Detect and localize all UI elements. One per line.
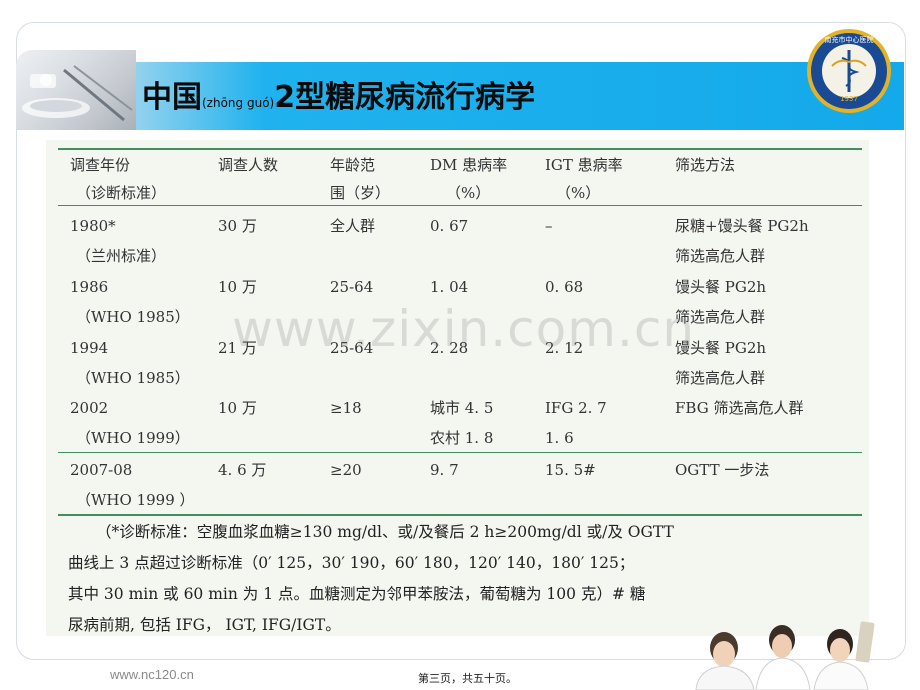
table-rule-header (58, 205, 862, 206)
row-4-igt-2: 1. 6 (545, 429, 574, 447)
row-2-year: 1986 (70, 278, 109, 296)
row-5-people: 4. 6 万 (218, 461, 267, 479)
row-5-dm: 9. 7 (430, 461, 459, 479)
row-2-standard: （WHO 1985） (76, 308, 190, 326)
row-1-age: 全人群 (330, 217, 376, 235)
header-dm: DM 患病率 (430, 156, 508, 174)
row-5-method: OGTT 一步法 (675, 461, 770, 479)
row-1-method: 尿糖+馒头餐 PG2h (675, 217, 809, 235)
row-5-age: ≥20 (330, 461, 362, 479)
watermark: www.zixin.com.cn (232, 300, 696, 358)
row-4-year: 2002 (70, 399, 109, 417)
row-5-standard: （WHO 1999 ） (76, 491, 195, 509)
row-1-method-2: 筛选高危人群 (675, 247, 766, 265)
row-5-year: 2007-08 (70, 461, 133, 479)
row-5-igt: 15. 5# (545, 461, 596, 479)
row-2-method: 馒头餐 PG2h (675, 278, 767, 296)
note-line-4: 尿病前期, 包括 IFG， IGT, IFG/IGT。 (68, 616, 341, 634)
hospital-seal-logo: 1937 南充市中心医院 (807, 29, 891, 113)
decorative-photo (16, 50, 136, 130)
header-people: 调查人数 (218, 156, 279, 174)
row-4-age: ≥18 (330, 399, 362, 417)
note-line-1: （*诊断标准：空腹血浆血糖≥130 mg/dl、或/及餐后 2 h≥200mg/… (96, 523, 674, 541)
page-number: 第三页，共五十页。 (418, 672, 517, 685)
title-pinyin: (zhōng guó) (202, 96, 275, 110)
row-2-dm: 1. 04 (430, 278, 469, 296)
row-1-year: 1980* (70, 217, 116, 235)
row-1-dm: 0. 67 (430, 217, 469, 235)
footer-url: www.nc120.cn (110, 667, 194, 682)
header-year-sub: （诊断标准） (76, 184, 167, 202)
header-age: 年龄范 (330, 156, 376, 174)
header-age-sub: 围（岁） (330, 184, 391, 202)
row-1-people: 30 万 (218, 217, 257, 235)
svg-text:1937: 1937 (840, 95, 858, 103)
svg-text:南充市中心医院: 南充市中心医院 (825, 35, 874, 44)
row-1-igt: – (545, 217, 553, 235)
row-2-age: 25-64 (330, 278, 374, 296)
row-2-igt: 0. 68 (545, 278, 584, 296)
header-igt: IGT 患病率 (545, 156, 623, 174)
note-line-2: 曲线上 3 点超过诊断标准（0′ 125，30′ 190，60′ 180，120… (68, 554, 635, 572)
row-4-method: FBG 筛选高危人群 (675, 399, 804, 417)
note-line-3: 其中 30 min 或 60 min 为 1 点。血糖测定为邻甲苯胺法，葡萄糖为… (68, 585, 646, 603)
row-4-standard: （WHO 1999） (76, 429, 190, 447)
table-rule-mid (58, 452, 862, 453)
row-1-standard: （兰州标准） (76, 247, 167, 265)
row-4-igt: IFG 2. 7 (545, 399, 607, 417)
header-year: 调查年份 (70, 156, 131, 174)
header-method: 筛选方法 (675, 156, 736, 174)
row-3-standard: （WHO 1985） (76, 369, 190, 387)
header-dm-sub: （%） (446, 184, 491, 202)
title-main: 中国 (142, 80, 202, 115)
row-2-people: 10 万 (218, 278, 257, 296)
table-rule-top (58, 148, 862, 150)
nurses-illustration (695, 621, 875, 690)
row-4-dm: 城市 4. 5 (430, 399, 494, 417)
row-4-dm-2: 农村 1. 8 (430, 429, 494, 447)
header-igt-sub: （%） (556, 184, 601, 202)
slide-title: 中国(zhōng guó)2型糖尿病流行病学 (142, 78, 535, 118)
row-3-method-2: 筛选高危人群 (675, 369, 766, 387)
title-rest: 2型糖尿病流行病学 (274, 80, 536, 115)
row-3-year: 1994 (70, 339, 109, 357)
table-rule-bottom (58, 514, 862, 516)
row-4-people: 10 万 (218, 399, 257, 417)
